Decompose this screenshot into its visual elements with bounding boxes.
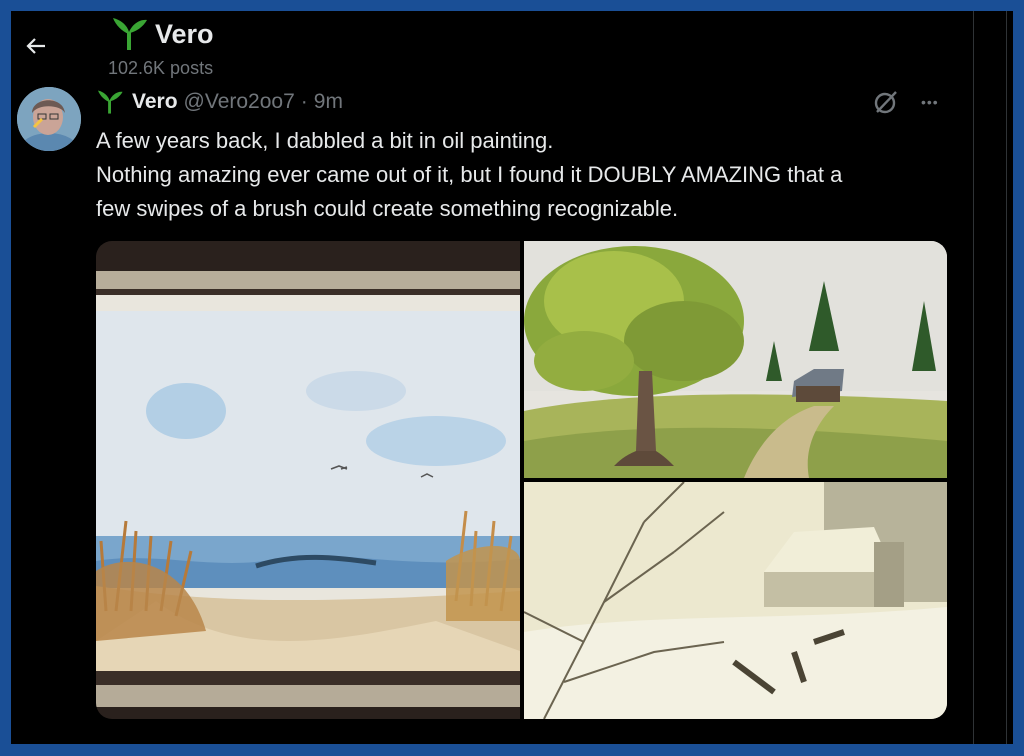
slashed-circle-icon[interactable] [873, 89, 899, 115]
seedling-icon [98, 90, 123, 114]
avatar[interactable] [17, 87, 81, 151]
seascape-painting[interactable] [96, 241, 520, 719]
seedling-icon [113, 18, 147, 50]
column-divider [973, 11, 974, 744]
snowy-barn-painting[interactable] [524, 482, 947, 719]
tweet-header: Vero @Vero2oo7 · 9m [96, 87, 343, 117]
header-name-text: Vero [155, 18, 214, 49]
tweet-text-line: Nothing amazing ever came out of it, but… [96, 162, 843, 187]
tweet-header-actions: ••• [873, 87, 939, 117]
tweet-text: A few years back, I dabbled a bit in oil… [96, 124, 966, 226]
column-divider [1006, 11, 1007, 744]
separator-dot: · [300, 90, 308, 113]
posts-count: 102.6K posts [108, 58, 214, 78]
arrow-left-icon [26, 38, 45, 54]
tweet-text-line: few swipes of a brush could create somet… [96, 196, 679, 221]
back-button[interactable] [21, 31, 51, 61]
profile-header-name: Vero [111, 17, 214, 51]
app-window: Vero 102.6K posts Vero @Vero2oo7 · 9m ••… [11, 11, 1013, 744]
tree-cabin-painting[interactable] [524, 241, 947, 478]
tweet-author-handle[interactable]: @Vero2oo7 [184, 90, 295, 114]
tweet-timestamp[interactable]: 9m [314, 90, 343, 114]
more-options-button[interactable]: ••• [921, 94, 939, 110]
tweet-text-line: A few years back, I dabbled a bit in oil… [96, 128, 554, 153]
tweet-media-grid [96, 241, 947, 719]
avatar-photo [17, 87, 81, 151]
tweet-author-name[interactable]: Vero [132, 90, 178, 114]
